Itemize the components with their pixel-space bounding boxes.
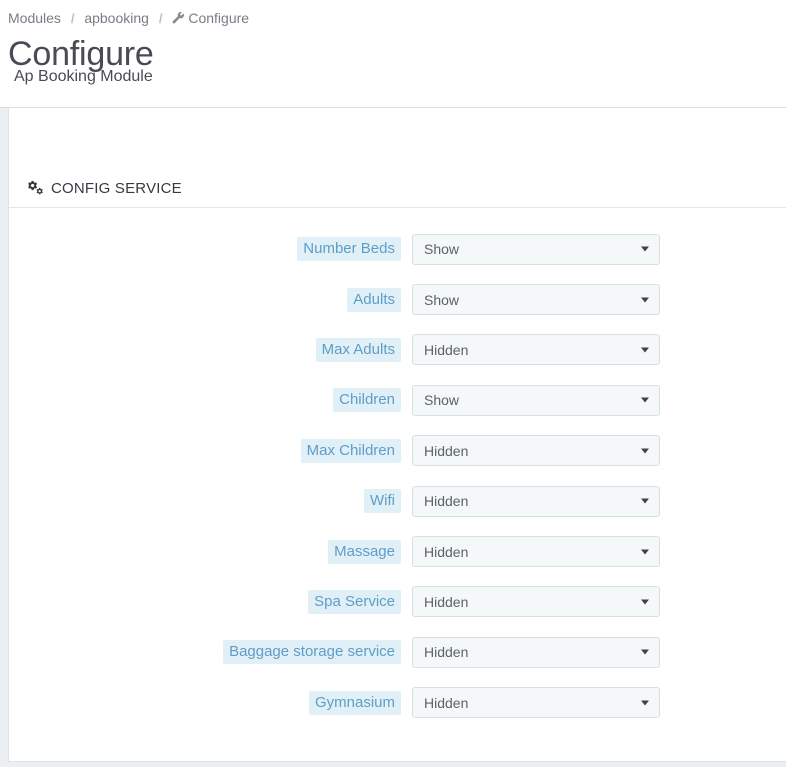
form-label-wrap: Wifi: [9, 489, 412, 514]
form-row: Wifi Hidden: [9, 476, 786, 526]
breadcrumb-item-configure[interactable]: Configure: [188, 10, 249, 26]
select-wifi[interactable]: Hidden: [412, 485, 660, 517]
wrench-icon: [172, 11, 185, 29]
form-row: Adults Show: [9, 274, 786, 324]
form-row: Children Show: [9, 375, 786, 425]
form-label-wrap: Max Adults: [9, 337, 412, 362]
select-max-children[interactable]: Hidden: [412, 435, 660, 467]
form-row: Number Beds Show: [9, 224, 786, 274]
select-spa-service[interactable]: Hidden: [412, 586, 660, 618]
select-adults[interactable]: Show: [412, 284, 660, 316]
form-row: Massage Hidden: [9, 526, 786, 576]
select-wrap: Show: [412, 233, 660, 265]
content-area: CONFIG SERVICE Number Beds Show Adults S…: [0, 108, 786, 767]
label-max-adults: Max Adults: [315, 337, 401, 362]
select-massage[interactable]: Hidden: [412, 536, 660, 568]
title-block: Configure Ap Booking Module: [0, 29, 786, 86]
label-number-beds: Number Beds: [297, 237, 401, 262]
breadcrumb-separator: /: [70, 11, 75, 26]
page-header: Modules / apbooking / Configure Configur…: [0, 0, 786, 108]
cogs-icon: [27, 181, 44, 196]
panel-title: CONFIG SERVICE: [51, 180, 182, 197]
breadcrumb-item-apbooking[interactable]: apbooking: [84, 10, 149, 26]
select-number-beds[interactable]: Show: [412, 233, 660, 265]
label-wifi: Wifi: [364, 489, 401, 514]
form-row: Spa Service Hidden: [9, 577, 786, 627]
select-value: Show: [424, 241, 460, 258]
breadcrumb-item-modules[interactable]: Modules: [8, 10, 61, 26]
select-value: Hidden: [424, 644, 469, 661]
select-wrap: Hidden: [412, 586, 660, 618]
page-subtitle: Ap Booking Module: [14, 68, 153, 85]
label-children: Children: [333, 388, 401, 413]
form-label-wrap: Number Beds: [9, 237, 412, 262]
select-wrap: Show: [412, 284, 660, 316]
select-value: Show: [424, 392, 460, 409]
panel-body: Number Beds Show Adults Show Max Adults …: [9, 208, 786, 728]
select-wrap: Hidden: [412, 435, 660, 467]
breadcrumb-separator: /: [158, 11, 163, 26]
panel-heading: CONFIG SERVICE: [9, 108, 786, 208]
select-value: Hidden: [424, 694, 469, 711]
select-value: Hidden: [424, 341, 469, 358]
config-service-panel: CONFIG SERVICE Number Beds Show Adults S…: [8, 108, 786, 762]
select-value: Hidden: [424, 543, 469, 560]
form-row: Max Children Hidden: [9, 426, 786, 476]
form-row: Baggage storage service Hidden: [9, 627, 786, 677]
form-label-wrap: Baggage storage service: [9, 640, 412, 665]
form-label-wrap: Spa Service: [9, 589, 412, 614]
form-label-wrap: Massage: [9, 539, 412, 564]
form-label-wrap: Gymnasium: [9, 690, 412, 715]
form-row: Max Adults Hidden: [9, 325, 786, 375]
select-wrap: Hidden: [412, 334, 660, 366]
select-value: Hidden: [424, 442, 469, 459]
select-value: Hidden: [424, 593, 469, 610]
select-max-adults[interactable]: Hidden: [412, 334, 660, 366]
label-baggage-storage-service: Baggage storage service: [223, 640, 401, 665]
label-gymnasium: Gymnasium: [308, 690, 401, 715]
select-wrap: Hidden: [412, 687, 660, 719]
select-gymnasium[interactable]: Hidden: [412, 687, 660, 719]
label-max-children: Max Children: [300, 438, 401, 463]
select-value: Hidden: [424, 493, 469, 510]
select-value: Show: [424, 291, 460, 308]
select-wrap: Hidden: [412, 536, 660, 568]
form-label-wrap: Adults: [9, 287, 412, 312]
select-wrap: Hidden: [412, 485, 660, 517]
form-row: Gymnasium Hidden: [9, 678, 786, 728]
form-label-wrap: Max Children: [9, 438, 412, 463]
form-label-wrap: Children: [9, 388, 412, 413]
select-children[interactable]: Show: [412, 384, 660, 416]
label-spa-service: Spa Service: [308, 589, 401, 614]
label-adults: Adults: [347, 287, 401, 312]
label-massage: Massage: [328, 539, 401, 564]
select-wrap: Show: [412, 384, 660, 416]
select-baggage-storage-service[interactable]: Hidden: [412, 636, 660, 668]
breadcrumb: Modules / apbooking / Configure: [0, 0, 786, 29]
select-wrap: Hidden: [412, 636, 660, 668]
